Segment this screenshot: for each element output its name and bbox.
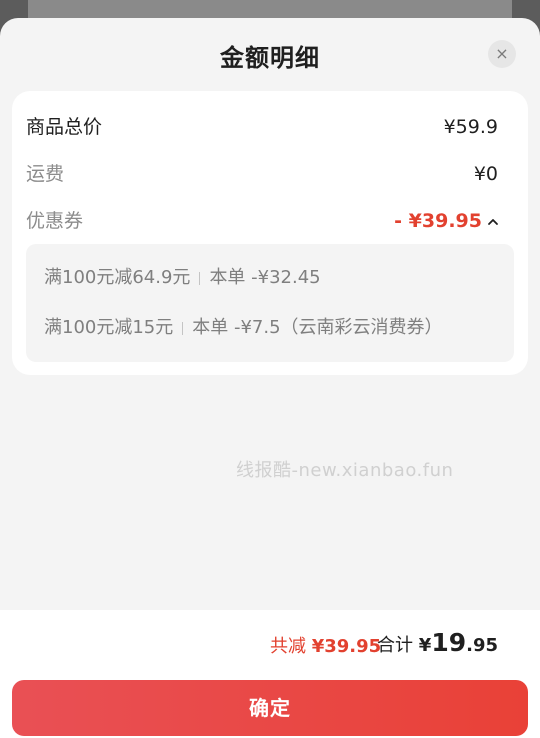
shipping-value: ¥0 bbox=[473, 163, 498, 185]
total-reduction: 共减 ¥39.95 bbox=[270, 632, 381, 658]
grand-total-label: 合计 bbox=[377, 635, 414, 656]
grand-total-integer: 19 bbox=[431, 628, 467, 657]
summary-bar: 共减 ¥39.95 合计 ¥19.95 bbox=[0, 610, 540, 682]
amount-detail-sheet: 金额明细 × 商品总价 ¥59.9 运费 ¥0 优惠券 - ¥39.95 满10… bbox=[0, 18, 540, 738]
grand-total-decimal: .95 bbox=[466, 635, 498, 656]
coupon-deduction: 本单 -¥32.45 bbox=[209, 267, 321, 288]
close-button[interactable]: × bbox=[488, 40, 516, 68]
footer-bar: 确定 bbox=[0, 680, 540, 738]
coupon-detail-list: 满100元减64.9元 本单 -¥32.45 满100元减15元 本单 -¥7.5（… bbox=[26, 244, 514, 362]
row-shipping: 运费 ¥0 bbox=[26, 160, 500, 188]
divider bbox=[199, 271, 201, 285]
row-goods-total: 商品总价 ¥59.9 bbox=[26, 113, 500, 141]
coupon-rule: 满100元减15元 bbox=[44, 317, 174, 338]
reduction-amount: ¥39.95 bbox=[311, 636, 382, 657]
goods-total-label: 商品总价 bbox=[26, 116, 103, 138]
reduction-label: 共减 bbox=[270, 636, 306, 657]
confirm-button[interactable]: 确定 bbox=[12, 680, 528, 736]
watermark-text: 线报酷-new.xianbao.fun bbox=[236, 460, 454, 481]
coupon-rule: 满100元减64.9元 bbox=[44, 267, 191, 288]
coupon-item: 满100元减15元 本单 -¥7.5（云南彩云消费券） bbox=[44, 314, 443, 342]
coupon-item: 满100元减64.9元 本单 -¥32.45 bbox=[44, 264, 321, 292]
divider bbox=[182, 321, 184, 335]
grand-total: 合计 ¥19.95 bbox=[377, 628, 498, 657]
coupon-label: 优惠券 bbox=[26, 210, 84, 232]
sheet-title: 金额明细 bbox=[220, 44, 320, 72]
shipping-label: 运费 bbox=[26, 163, 65, 185]
coupon-value: - ¥39.95 bbox=[394, 210, 482, 232]
coupon-deduction: 本单 -¥7.5（云南彩云消费券） bbox=[192, 317, 443, 338]
chevron-up-icon[interactable] bbox=[486, 209, 500, 233]
goods-total-value: ¥59.9 bbox=[443, 116, 498, 138]
close-icon: × bbox=[495, 44, 509, 63]
price-breakdown-card: 商品总价 ¥59.9 运费 ¥0 优惠券 - ¥39.95 满100元减64.9… bbox=[12, 91, 528, 375]
currency-symbol: ¥ bbox=[418, 635, 432, 656]
row-coupon-toggle[interactable]: 优惠券 - ¥39.95 bbox=[26, 207, 500, 235]
